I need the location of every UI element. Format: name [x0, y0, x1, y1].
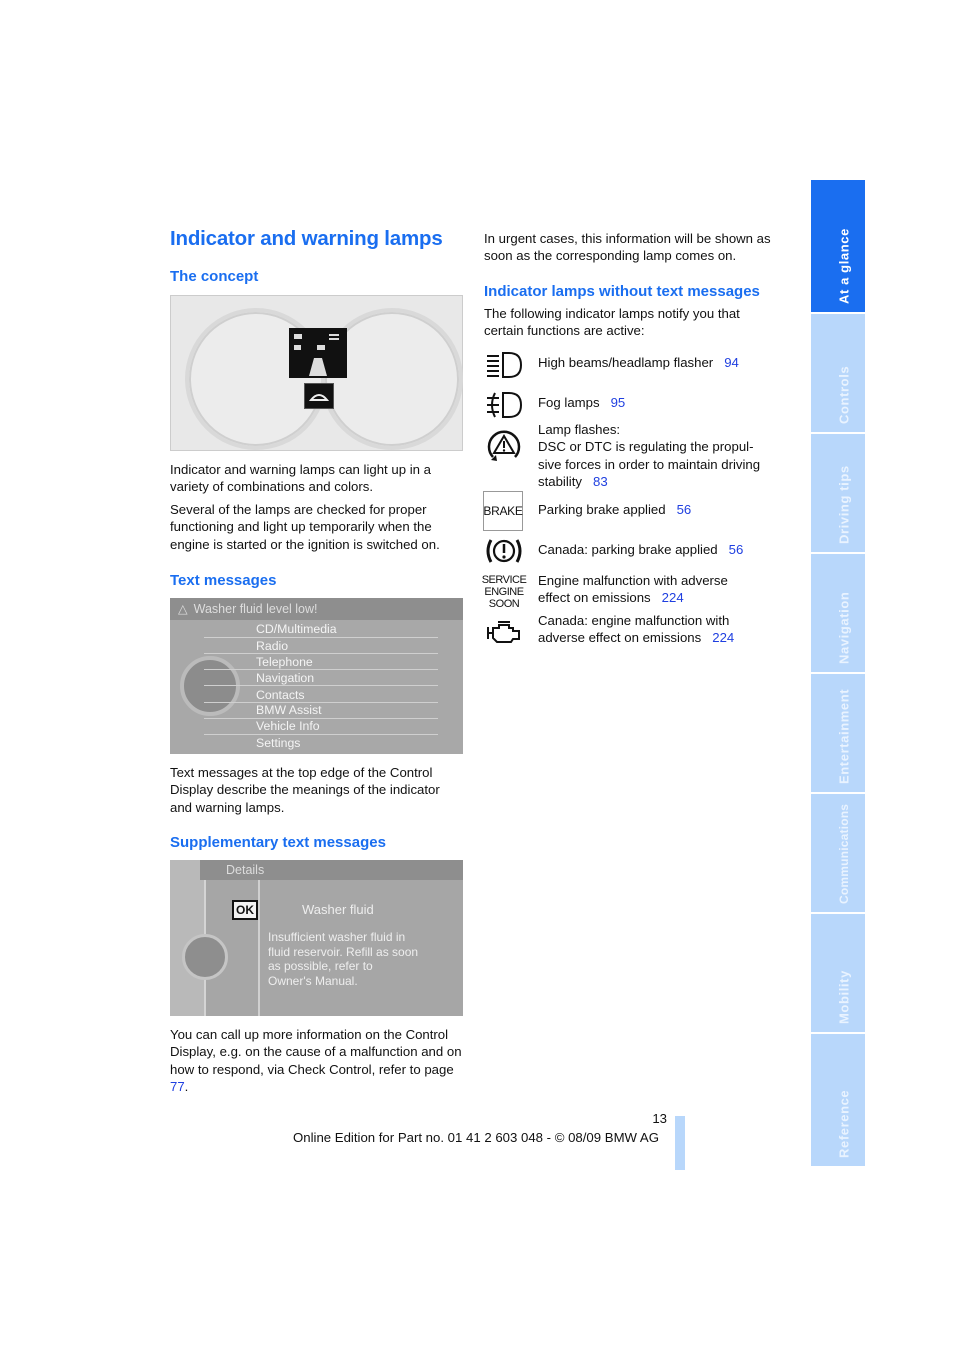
menu-item: Telephone — [256, 655, 313, 669]
lamp-description: Engine malfunction with adverse effect o… — [538, 573, 728, 606]
page-link[interactable]: 95 — [611, 395, 626, 410]
menu-item: Navigation — [256, 671, 315, 685]
footer-accent-bar — [675, 1116, 685, 1170]
warning-message-bar: △ Washer fluid level low! — [170, 598, 463, 620]
details-title: Washer fluid — [302, 902, 374, 917]
controller-knob-graphic — [180, 656, 240, 716]
lamp-description: Fog lamps 95 — [538, 395, 626, 410]
supplementary-paragraph: You can call up more information on the … — [170, 1027, 462, 1094]
lamp-description: Parking brake applied 56 — [538, 502, 692, 517]
concept-paragraph-2: Several of the lamps are checked for pro… — [170, 502, 440, 552]
controller-knob-graphic — [182, 934, 228, 980]
parking-brake-canada-icon — [484, 536, 524, 566]
page-link[interactable]: 56 — [729, 542, 744, 557]
details-body: Insufficient washer fluid in fluid reser… — [268, 930, 419, 988]
page-link[interactable]: 224 — [712, 630, 734, 645]
warning-message: Washer fluid level low! — [193, 602, 318, 616]
service-engine-soon-icon: SERVICE ENGINE SOON — [481, 574, 527, 610]
concept-paragraph-1: Indicator and warning lamps can light up… — [170, 462, 431, 495]
brake-icon: BRAKE — [483, 491, 523, 531]
control-display-menu-image: △ Washer fluid level low! CD/Multimedia R… — [170, 598, 463, 754]
page-link[interactable]: 94 — [724, 355, 739, 370]
tab-at-a-glance[interactable]: At a glance — [811, 180, 865, 312]
lamp-description: High beams/headlamp flasher 94 — [538, 355, 739, 370]
details-header: Details — [200, 860, 463, 880]
tab-communications[interactable]: Communications — [811, 794, 865, 912]
indicator-lamps-heading: Indicator lamps without text messages — [484, 283, 760, 300]
menu-item: Vehicle Info — [256, 719, 320, 733]
page-link[interactable]: 224 — [662, 590, 684, 605]
concept-heading: The concept — [170, 268, 259, 285]
page-number: 13 — [652, 1111, 667, 1126]
supplementary-heading: Supplementary text messages — [170, 834, 386, 851]
warning-triangle-icon: △ — [178, 602, 188, 616]
high-beam-icon — [484, 350, 524, 380]
footer-text: Online Edition for Part no. 01 41 2 603 … — [293, 1130, 659, 1145]
menu-item: CD/Multimedia — [256, 622, 337, 636]
instrument-cluster-image — [170, 295, 463, 451]
tab-mobility[interactable]: Mobility — [811, 914, 865, 1032]
page-link[interactable]: 83 — [593, 474, 608, 489]
details-screen-image: Details OK Washer fluid Insufficient was… — [170, 860, 463, 1016]
menu-item: Settings — [256, 736, 301, 750]
urgent-paragraph: In urgent cases, this information will b… — [484, 231, 771, 264]
indicator-panel — [289, 328, 347, 378]
tab-navigation[interactable]: Navigation — [811, 554, 865, 672]
page-title: Indicator and warning lamps — [170, 227, 443, 250]
text-messages-heading: Text messages — [170, 572, 277, 589]
text-messages-paragraph: Text messages at the top edge of the Con… — [170, 765, 440, 815]
page-link[interactable]: 77 — [170, 1079, 185, 1094]
tab-entertainment[interactable]: Entertainment — [811, 674, 865, 792]
lamp-description: Canada: parking brake applied 56 — [538, 542, 744, 557]
fog-lamp-icon — [484, 390, 524, 420]
engine-icon — [484, 618, 524, 646]
tab-reference[interactable]: Reference — [811, 1034, 865, 1166]
ok-label: OK — [232, 900, 258, 920]
menu-item: BMW Assist — [256, 703, 322, 717]
lamp-description: Lamp flashes: DSC or DTC is regulating t… — [538, 422, 761, 489]
menu-item: Radio — [256, 639, 289, 653]
page-link[interactable]: 56 — [677, 502, 692, 517]
lamp-description: Canada: engine malfunction with adverse … — [538, 613, 735, 646]
tab-driving-tips[interactable]: Driving tips — [811, 434, 865, 552]
washer-fluid-lamp — [304, 383, 334, 409]
menu-item: Contacts — [256, 688, 305, 702]
tab-controls[interactable]: Controls — [811, 314, 865, 432]
indicator-intro: The following indicator lamps notify you… — [484, 306, 740, 339]
dsc-icon — [484, 426, 524, 466]
